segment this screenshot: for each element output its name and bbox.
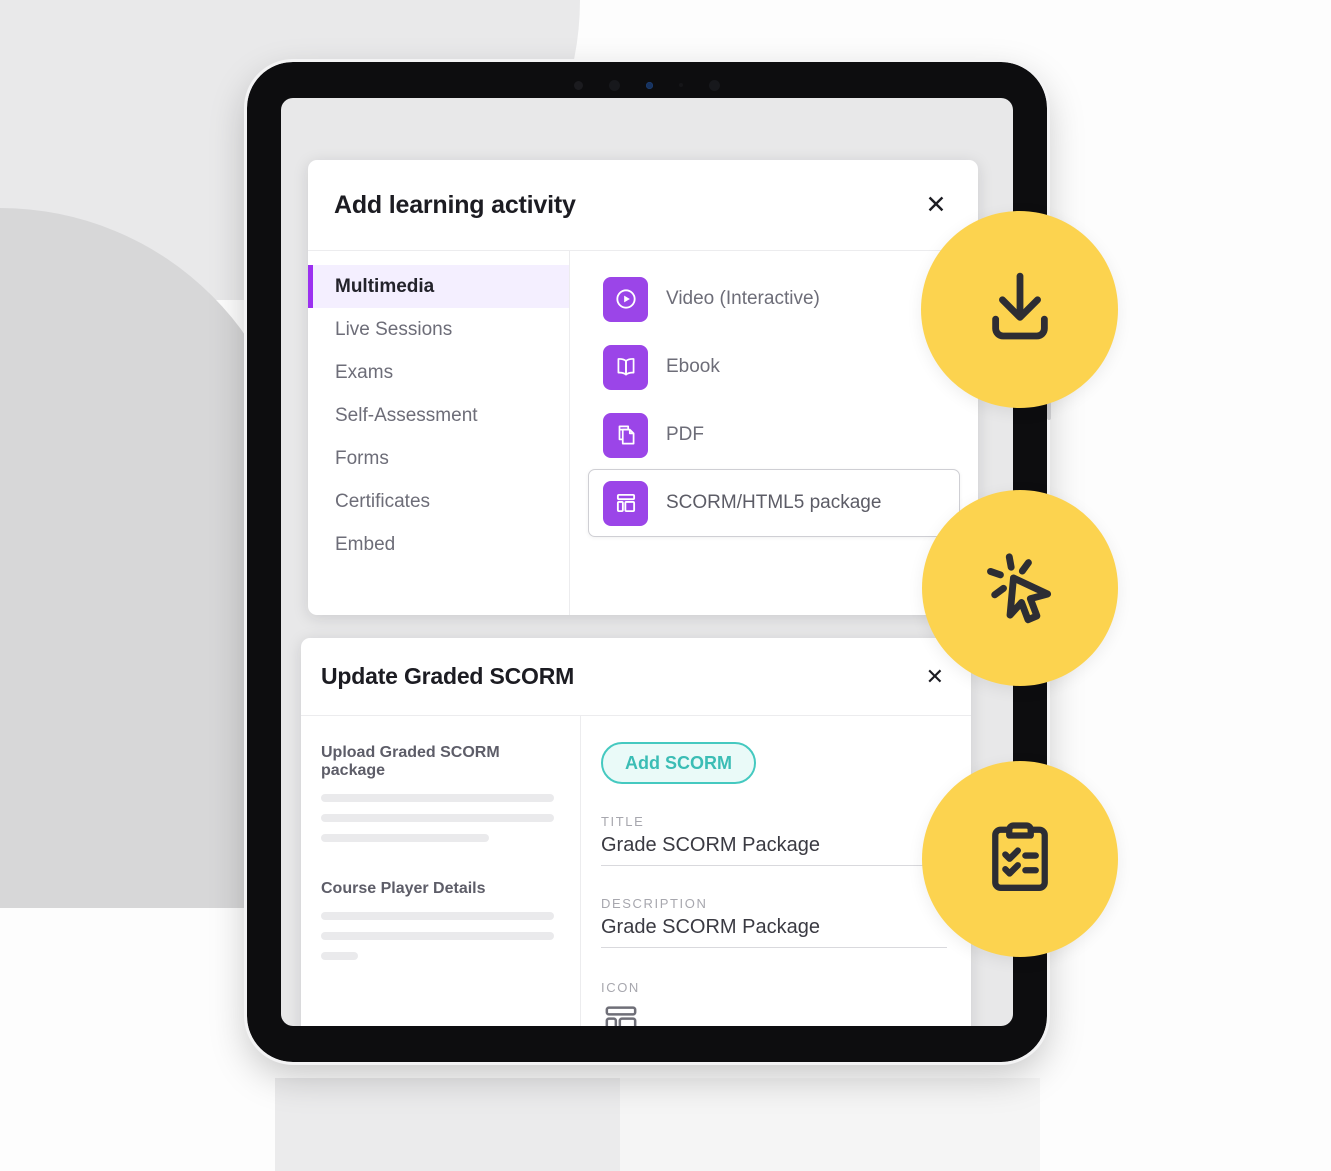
activity-option-label: Ebook: [666, 356, 720, 377]
sidebar-item-forms[interactable]: Forms: [308, 437, 569, 480]
close-icon[interactable]: ✕: [921, 190, 951, 220]
placeholder-bar: [321, 932, 554, 940]
modal-body: Multimedia Live Sessions Exams Self-Asse…: [308, 251, 978, 615]
placeholder-bar: [321, 794, 554, 802]
sidebar-item-label: Forms: [335, 447, 389, 469]
download-badge[interactable]: [921, 211, 1118, 408]
microphone-dot-icon: [709, 79, 720, 91]
tablet-sensor-array: [247, 76, 1047, 94]
video-play-icon: [603, 276, 648, 322]
sidebar-item-live-sessions[interactable]: Live Sessions: [308, 308, 569, 351]
icon-field: ICON: [601, 980, 947, 1026]
scorm-panel-body: Upload Graded SCORM package Course Playe…: [301, 716, 971, 1026]
sidebar-item-exams[interactable]: Exams: [308, 351, 569, 394]
sidebar-item-label: Live Sessions: [335, 318, 453, 340]
sidebar-item-certificates[interactable]: Certificates: [308, 480, 569, 523]
sidebar-item-label: Embed: [335, 533, 396, 555]
sidebar-item-embed[interactable]: Embed: [308, 523, 569, 566]
tablet-screen: Add learning activity ✕ Multimedia Live …: [281, 98, 1013, 1026]
icon-field-label: ICON: [601, 980, 640, 995]
description-field-label: DESCRIPTION: [601, 896, 708, 911]
add-scorm-button[interactable]: Add SCORM: [601, 742, 756, 784]
background-shape-bottom-left: [275, 1078, 620, 1171]
scorm-panel-header: Update Graded SCORM ✕: [301, 638, 971, 716]
open-book-icon: [603, 344, 648, 390]
activity-option-pdf[interactable]: PDF: [588, 401, 960, 469]
placeholder-bar: [321, 912, 554, 920]
sidebar-item-label: Multimedia: [335, 275, 435, 297]
category-sidebar: Multimedia Live Sessions Exams Self-Asse…: [308, 251, 570, 615]
modal-header: Add learning activity ✕: [308, 160, 978, 251]
screenshot-stage: Add learning activity ✕ Multimedia Live …: [0, 0, 1331, 1171]
title-field-value[interactable]: Grade SCORM Package: [601, 834, 947, 866]
background-shape-bottom-right: [620, 1078, 1040, 1171]
click-badge[interactable]: [922, 490, 1118, 686]
scorm-panel-title: Update Graded SCORM: [321, 663, 575, 689]
scorm-panel-close-icon[interactable]: ✕: [926, 664, 944, 690]
placeholder-bar: [321, 834, 489, 842]
placeholder-bar: [321, 952, 359, 960]
sidebar-item-label: Self-Assessment: [335, 404, 478, 426]
clipboard-checklist-icon: [977, 814, 1063, 905]
activity-option-label: SCORM/HTML5 package: [666, 492, 882, 513]
activity-option-ebook[interactable]: Ebook: [588, 333, 960, 401]
activity-option-label: PDF: [666, 424, 704, 445]
camera-dot-icon: [609, 79, 620, 91]
sidebar-item-label: Certificates: [335, 490, 431, 512]
activity-option-video[interactable]: Video (Interactive): [588, 265, 960, 333]
update-graded-scorm-panel: Update Graded SCORM ✕ Upload Graded SCOR…: [301, 638, 971, 1026]
checklist-badge[interactable]: [922, 761, 1118, 957]
layout-grid-icon[interactable]: [601, 1001, 947, 1026]
camera-lens-icon: [646, 81, 653, 89]
documents-icon: [603, 412, 648, 458]
page-title: Add learning activity: [334, 190, 576, 219]
click-cursor-icon: [974, 540, 1066, 637]
layout-grid-icon: [603, 480, 648, 526]
sensor-dot-icon: [679, 83, 683, 87]
scorm-left-column: Upload Graded SCORM package Course Playe…: [301, 716, 581, 1026]
sidebar-item-label: Exams: [335, 361, 394, 383]
title-field[interactable]: TITLE Grade SCORM Package: [601, 814, 947, 866]
description-field-value[interactable]: Grade SCORM Package: [601, 916, 947, 948]
course-player-section-label: Course Player Details: [321, 880, 486, 897]
scorm-right-column: Add SCORM TITLE Grade SCORM Package DESC…: [581, 716, 971, 1026]
activity-type-list: Video (Interactive) Ebook PDF SCORM/HTML…: [570, 251, 978, 615]
sidebar-item-multimedia[interactable]: Multimedia: [308, 265, 569, 308]
add-learning-activity-modal: Add learning activity ✕ Multimedia Live …: [308, 160, 978, 615]
download-icon: [977, 264, 1063, 355]
activity-option-scorm[interactable]: SCORM/HTML5 package: [588, 469, 960, 537]
title-field-label: TITLE: [601, 814, 645, 829]
description-field[interactable]: DESCRIPTION Grade SCORM Package: [601, 896, 947, 948]
upload-section-label: Upload Graded SCORM package: [321, 744, 500, 779]
sidebar-item-self-assessment[interactable]: Self-Assessment: [308, 394, 569, 437]
speaker-dot-icon: [574, 80, 583, 90]
activity-option-label: Video (Interactive): [666, 288, 820, 309]
placeholder-bar: [321, 814, 554, 822]
